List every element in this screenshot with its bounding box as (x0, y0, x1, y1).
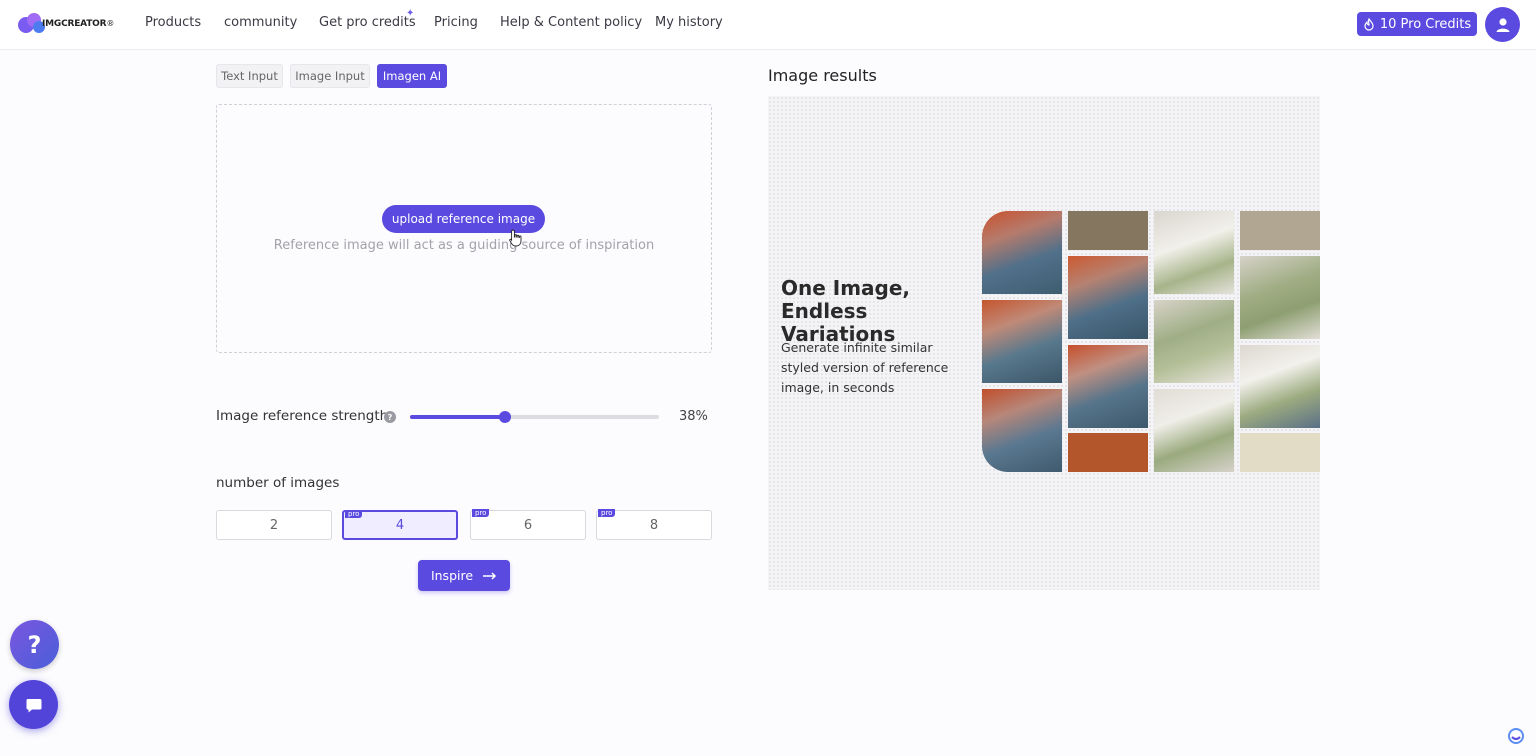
pro-credits-button[interactable]: 10 Pro Credits (1357, 12, 1477, 36)
inspire-label: Inspire (430, 568, 474, 583)
logo[interactable]: IMGCREATOR® (17, 10, 117, 38)
inspire-button[interactable]: Inspire (418, 560, 510, 591)
example-image-garment (1240, 256, 1320, 339)
user-avatar[interactable] (1485, 7, 1520, 42)
logo-text: IMGCREATOR® (42, 19, 115, 29)
example-image-garment (1154, 211, 1234, 294)
example-image-portrait (982, 389, 1062, 472)
nav-pricing[interactable]: Pricing (434, 15, 478, 30)
pro-badge: pro (345, 510, 363, 518)
count-option-label: 2 (269, 517, 279, 533)
tab-image-input[interactable]: Image Input (290, 64, 370, 88)
count-option-label: 8 (649, 517, 659, 533)
assistant-icon[interactable] (1506, 726, 1526, 746)
sparkle-icon: ✦ (406, 8, 415, 19)
example-image-garment (1240, 345, 1320, 428)
example-image-portrait (1068, 256, 1148, 339)
strength-slider[interactable] (410, 411, 659, 423)
count-option-label: 4 (395, 517, 405, 533)
nav-my-history[interactable]: My history (655, 15, 723, 30)
nav-help-content-policy[interactable]: Help & Content policy (500, 15, 642, 30)
example-image-swatch (1240, 433, 1320, 472)
image-count-label: number of images (216, 475, 340, 491)
flame-icon (1364, 17, 1374, 31)
help-icon[interactable]: ? (384, 411, 396, 423)
example-image-garment (1154, 389, 1234, 472)
tab-text-input[interactable]: Text Input (216, 64, 283, 88)
count-option-6[interactable]: pro 6 (470, 509, 586, 540)
promo-subtitle: Generate infinite similar styled version… (781, 340, 949, 395)
tab-imagen-ai[interactable]: Imagen AI (377, 64, 447, 88)
example-image-swatch (1240, 211, 1320, 250)
count-option-4[interactable]: pro 4 (342, 510, 458, 540)
user-icon (1496, 17, 1509, 32)
strength-label: Image reference strength (216, 408, 389, 424)
pro-credits-label: 10 Pro Credits (1379, 16, 1472, 32)
promo-title: One Image, Endless Variations (781, 276, 911, 346)
dropzone-hint: Reference image will act as a guiding so… (273, 238, 655, 253)
count-option-2[interactable]: 2 (216, 510, 332, 540)
help-button[interactable]: ? (10, 620, 59, 669)
example-image-portrait (982, 211, 1062, 294)
top-navigation-bar: IMGCREATOR® Products community Get pro c… (0, 0, 1536, 50)
chat-bubble-icon (26, 698, 41, 712)
example-image-swatch (1068, 433, 1148, 472)
hand-cursor-icon (509, 229, 522, 247)
strength-slider-thumb[interactable] (498, 411, 511, 423)
nav-get-pro-credits[interactable]: Get pro credits (319, 15, 416, 30)
count-option-label: 6 (523, 517, 533, 533)
example-image-portrait (982, 300, 1062, 383)
example-image-portrait (1068, 345, 1148, 428)
results-title: Image results (768, 66, 877, 85)
example-image-garment (1154, 300, 1234, 383)
pro-badge: pro (472, 509, 490, 517)
strength-value: 38% (679, 409, 708, 424)
nav-products[interactable]: Products (145, 15, 201, 30)
strength-slider-fill (410, 415, 505, 419)
nav-community[interactable]: community (224, 15, 297, 30)
arrow-right-icon (483, 571, 497, 580)
chat-button[interactable] (9, 680, 58, 729)
pro-badge: pro (598, 509, 616, 517)
example-image-swatch (1068, 211, 1148, 250)
count-option-8[interactable]: pro 8 (596, 509, 712, 540)
